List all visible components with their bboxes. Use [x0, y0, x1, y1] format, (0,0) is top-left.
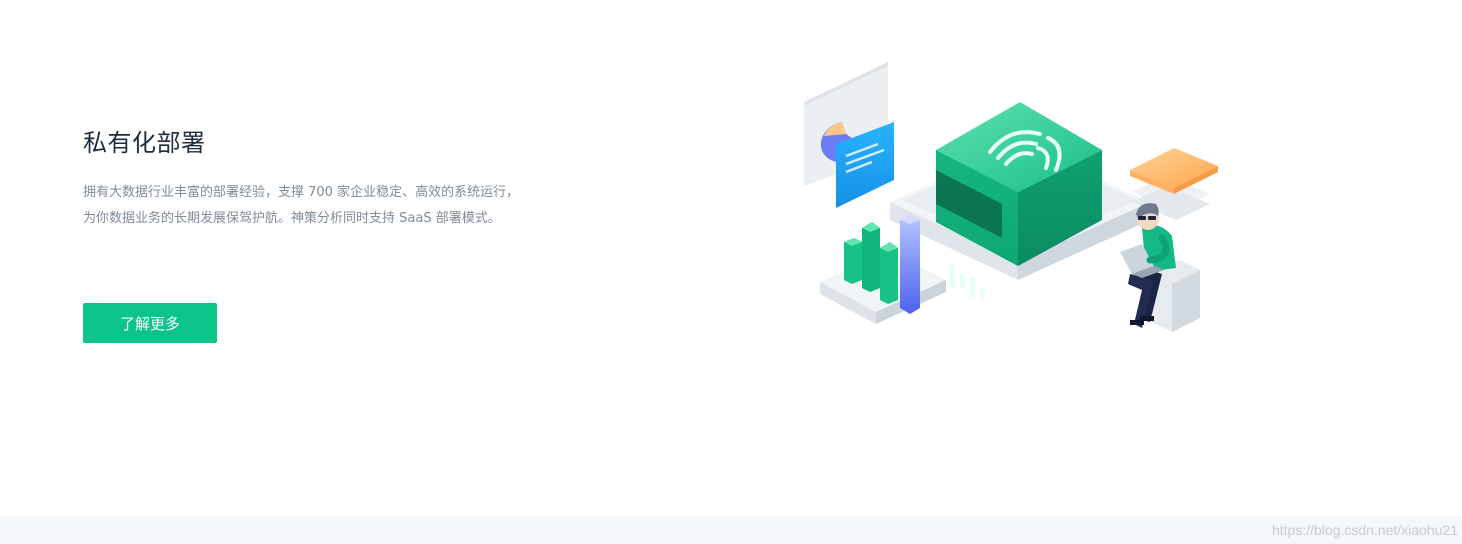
next-section-strip [0, 516, 1462, 544]
section-title: 私有化部署 [83, 129, 206, 157]
watermark: https://blog.csdn.net/xiaohu21 [1271, 522, 1458, 538]
section-description: 拥有大数据行业丰富的部署经验，支撑 700 家企业稳定、高效的系统运行，为你数据… [83, 185, 520, 226]
blue-column [900, 214, 920, 314]
deployment-illustration [804, 62, 1218, 332]
private-deployment-section: 私有化部署 拥有大数据行业丰富的部署经验，支撑 700 家企业稳定、高效的系统运… [0, 0, 1462, 516]
feature-text-block: 私有化部署 拥有大数据行业丰富的部署经验，支撑 700 家企业稳定、高效的系统运… [83, 126, 528, 232]
learn-more-button[interactable]: 了解更多 [83, 303, 217, 343]
